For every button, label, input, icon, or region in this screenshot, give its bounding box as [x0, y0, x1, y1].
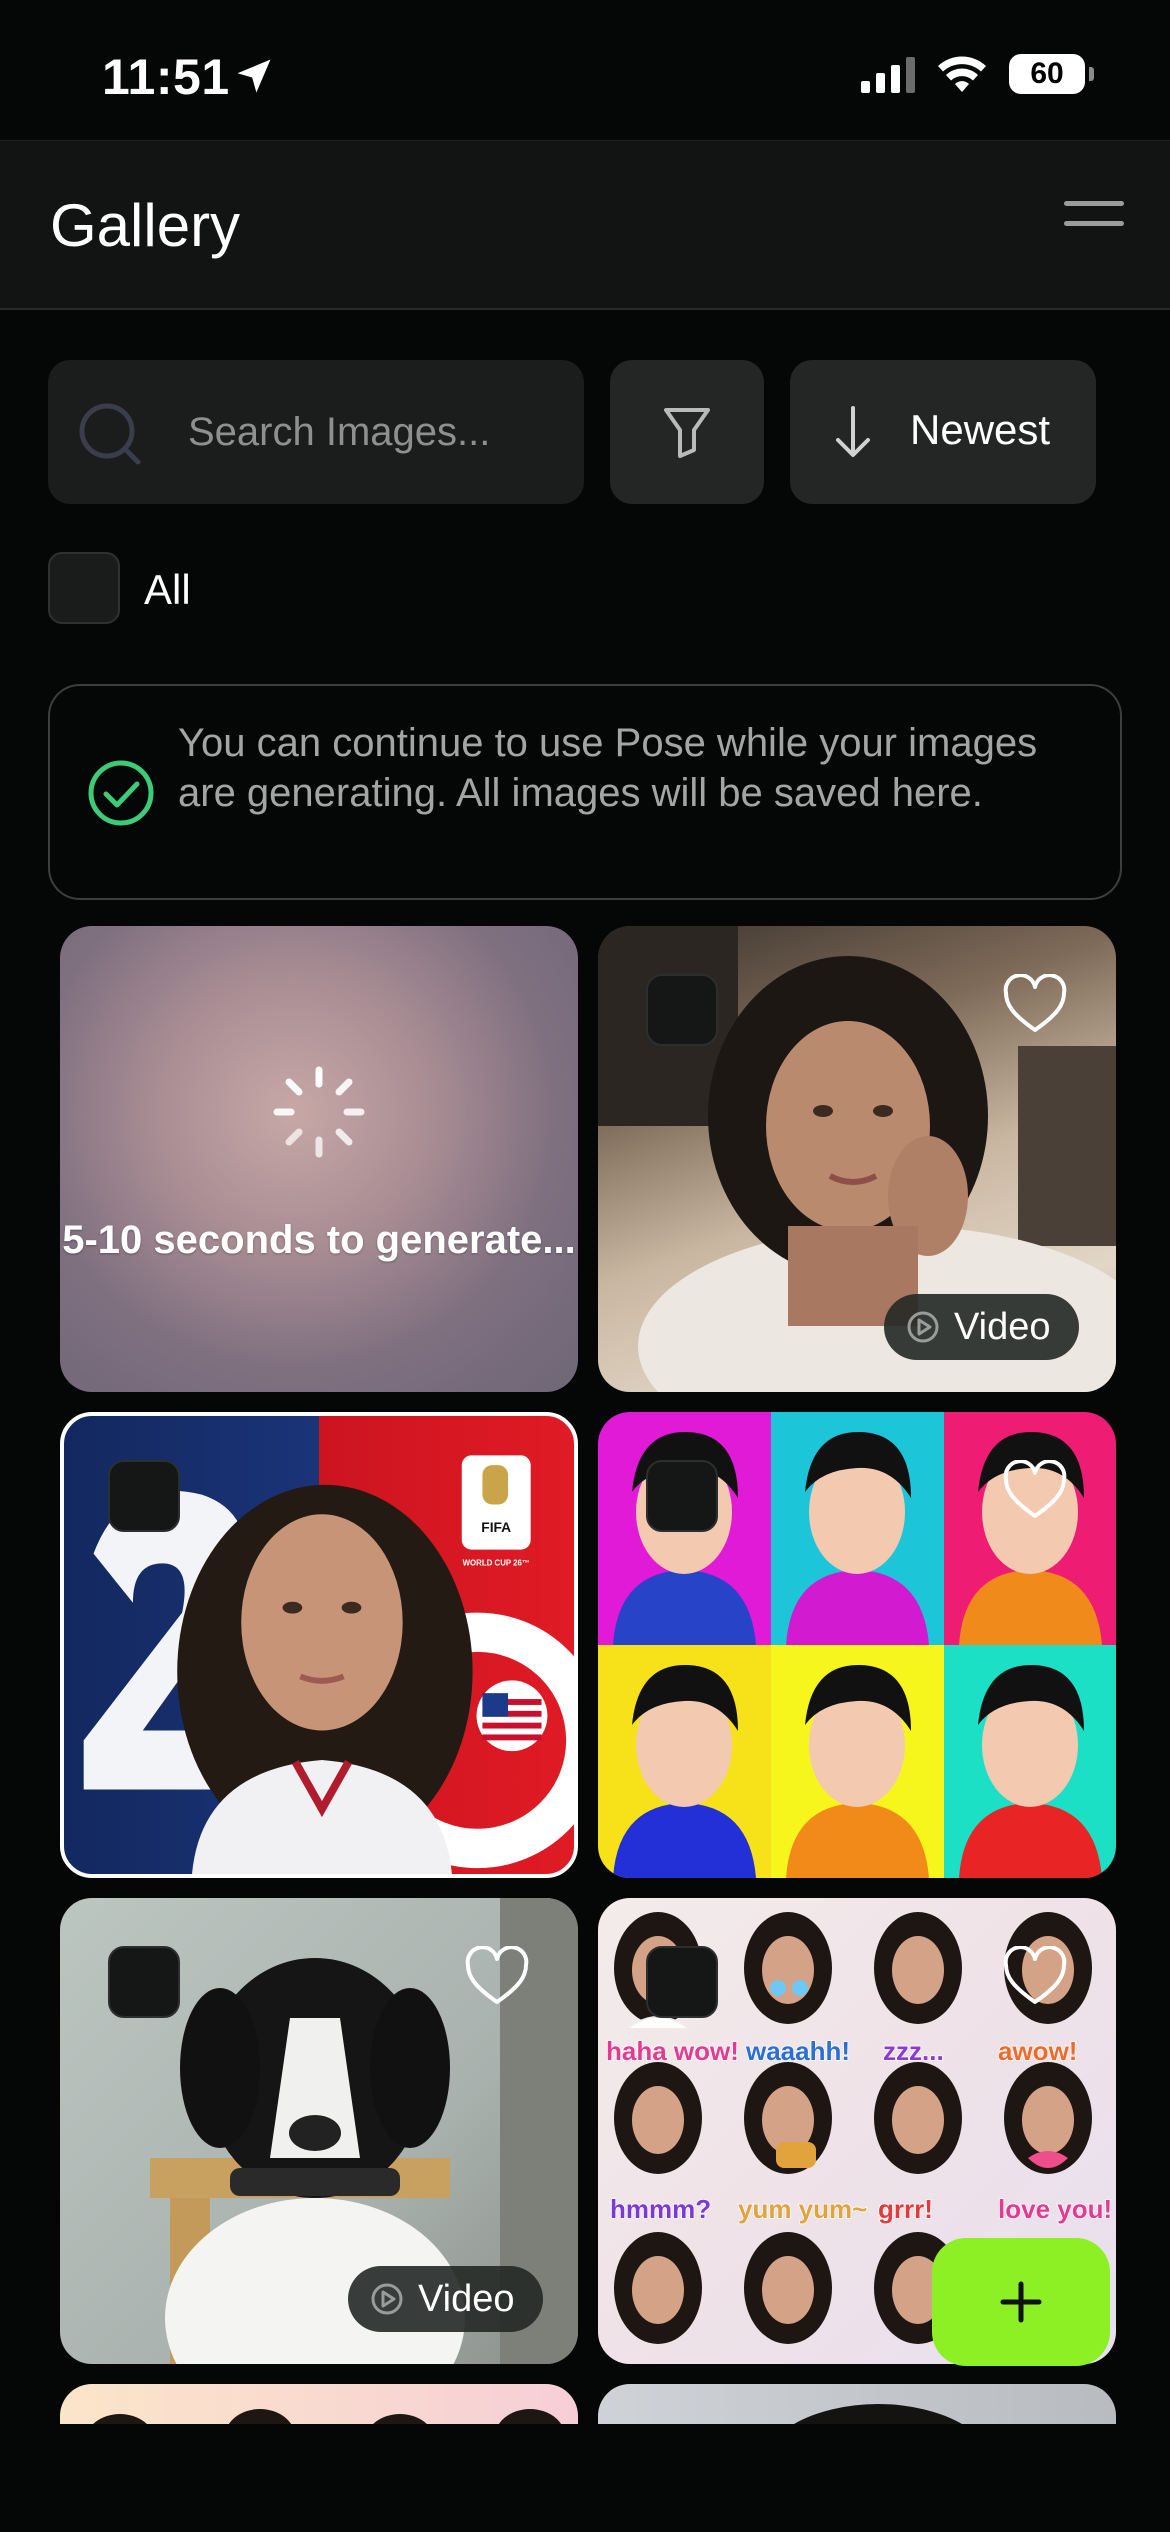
check-circle-icon: [88, 760, 154, 826]
banner-text: You can continue to use Pose while your …: [178, 721, 1038, 815]
item-select-checkbox[interactable]: [646, 1946, 718, 2018]
gallery-item[interactable]: FIFA WORLD CUP 26™: [60, 1412, 578, 1878]
gallery-item[interactable]: Video: [60, 1898, 578, 2364]
item-select-checkbox[interactable]: [108, 1460, 180, 1532]
sticker-text: love you!: [998, 2194, 1112, 2224]
item-select-checkbox[interactable]: [646, 1460, 718, 1532]
heart-icon[interactable]: [1002, 974, 1068, 1036]
search-box: [48, 360, 584, 504]
sticker-text: grrr!: [878, 2194, 933, 2224]
video-label: Video: [418, 2277, 515, 2320]
search-icon: [79, 403, 141, 465]
video-badge[interactable]: Video: [884, 1294, 1079, 1360]
filter-icon: [664, 408, 710, 458]
sort-label: Newest: [910, 406, 1051, 453]
heart-icon[interactable]: [464, 1946, 530, 2008]
loading-spinner-icon: [273, 1066, 365, 1158]
menu-button[interactable]: [1064, 201, 1124, 247]
bottom-safe-area: [0, 2424, 1170, 2532]
svg-text:FIFA: FIFA: [481, 1520, 511, 1535]
video-badge[interactable]: Video: [348, 2266, 543, 2332]
sticker-text: waaahh!: [745, 2036, 850, 2066]
app-header: Gallery: [0, 140, 1170, 310]
generating-text: 5-10 seconds to generate...: [62, 1218, 576, 1262]
info-banner: You can continue to use Pose while your …: [48, 684, 1122, 900]
plus-icon: [1000, 2281, 1042, 2323]
battery-icon: 60: [1009, 54, 1094, 94]
search-input[interactable]: [188, 402, 568, 462]
sort-button[interactable]: Newest: [790, 360, 1096, 504]
sticker-text: awow!: [998, 2036, 1077, 2066]
cellular-signal-icon: [861, 55, 915, 93]
location-arrow-icon: [237, 59, 271, 93]
arrow-down-icon: [836, 406, 870, 457]
heart-icon[interactable]: [1002, 1460, 1068, 1522]
filter-button[interactable]: [610, 360, 764, 504]
gallery-item[interactable]: [598, 1412, 1116, 1878]
status-indicators: 60: [861, 54, 1094, 94]
item-select-checkbox[interactable]: [646, 974, 718, 1046]
status-bar: 11:51 60: [0, 0, 1170, 140]
item-select-checkbox[interactable]: [108, 1946, 180, 2018]
play-circle-icon: [907, 1311, 939, 1343]
gallery-item[interactable]: Video: [598, 926, 1116, 1392]
sticker-text: zzz...: [883, 2036, 944, 2066]
heart-icon[interactable]: [1002, 1946, 1068, 2008]
hamburger-icon: [1064, 201, 1124, 206]
add-button[interactable]: [932, 2238, 1110, 2366]
battery-level: 60: [1009, 54, 1085, 94]
page-title: Gallery: [50, 192, 241, 259]
select-all-label: All: [144, 566, 191, 613]
select-all-checkbox[interactable]: [48, 552, 120, 624]
wifi-icon: [938, 56, 986, 92]
status-time: 11:51: [102, 49, 230, 105]
svg-text:WORLD CUP 26™: WORLD CUP 26™: [463, 1558, 530, 1567]
generating-card: 5-10 seconds to generate...: [60, 926, 578, 1392]
play-circle-icon: [371, 2283, 403, 2315]
video-label: Video: [954, 1305, 1051, 1348]
sticker-text: haha wow!: [606, 2036, 739, 2066]
sticker-text: hmmm?: [610, 2194, 711, 2224]
sticker-text: yum yum~: [738, 2194, 867, 2224]
